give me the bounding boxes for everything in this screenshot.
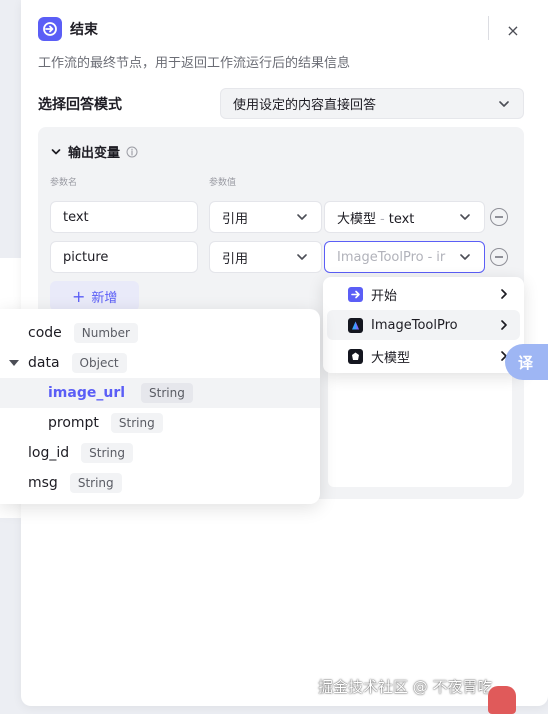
mascot-decoration [488, 686, 516, 714]
dropdown-item-start[interactable]: 开始 [327, 279, 520, 309]
ref-node-dropdown: 开始 ImageToolPro 大模型 [323, 277, 524, 373]
type-badge: String [110, 413, 163, 433]
dropdown-item-imagetoolpro[interactable]: ImageToolPro [327, 310, 520, 340]
translate-button[interactable]: 译 [505, 344, 548, 380]
column-header-value: 参数值 [209, 178, 237, 188]
type-badge: String [141, 383, 193, 403]
param-ref-select-text[interactable]: 大模型 - text [324, 201, 485, 233]
close-button[interactable]: × [501, 18, 525, 42]
param-ref-select-picture[interactable]: ImageToolPro - ir [324, 241, 485, 273]
close-icon: × [506, 20, 520, 40]
chevron-down-icon [51, 148, 61, 154]
type-badge: String [81, 443, 133, 463]
llm-node-icon [348, 348, 363, 364]
param-type-select-picture[interactable]: 引用 [209, 241, 322, 273]
node-title: 结束 [70, 22, 98, 38]
answer-mode-select[interactable]: 使用设定的内容直接回答 [220, 88, 524, 119]
answer-mode-label: 选择回答模式 [38, 97, 122, 113]
type-badge: Number [73, 323, 138, 343]
plus-icon: + [72, 286, 86, 306]
type-badge: Object [71, 353, 127, 373]
chevron-down-icon [297, 254, 307, 260]
chevron-right-icon [501, 289, 507, 299]
output-variables-header[interactable]: 输出变量 [50, 142, 138, 161]
column-header-name: 参数名 [50, 178, 78, 188]
header-divider [488, 16, 489, 40]
answer-mode-value: 使用设定的内容直接回答 [233, 98, 377, 113]
chevron-down-icon [460, 254, 470, 260]
add-variable-button[interactable]: + 新增 [50, 281, 140, 311]
tree-item-image-url[interactable]: image_url String [0, 378, 320, 408]
chevron-down-icon [460, 214, 470, 220]
output-variables-title: 输出变量 [68, 146, 121, 161]
tree-item-msg[interactable]: msg String [0, 468, 320, 498]
remove-row-icon[interactable] [490, 248, 508, 266]
tree-item-data[interactable]: data Object [0, 348, 320, 378]
chevron-right-icon [501, 320, 507, 330]
info-icon[interactable] [126, 146, 138, 158]
param-type-select-text[interactable]: 引用 [209, 201, 322, 233]
chevron-down-icon [499, 100, 509, 107]
end-node-icon [38, 17, 62, 41]
chevron-down-icon [297, 214, 307, 220]
node-description: 工作流的最终节点，用于返回工作流运行后的结果信息 [38, 56, 351, 71]
variable-tree-popup: code Number data Object image_url String… [0, 309, 320, 504]
remove-row-icon[interactable] [490, 208, 508, 226]
caret-down-icon[interactable] [9, 360, 19, 366]
tree-item-prompt[interactable]: prompt String [0, 408, 320, 438]
param-name-input-picture[interactable]: picture [50, 241, 198, 273]
tree-item-code[interactable]: code Number [0, 318, 320, 348]
watermark: 掘金技术社区 @ 不夜胃吃_ [318, 678, 501, 696]
imagetoolpro-icon [348, 317, 363, 333]
tree-item-log-id[interactable]: log_id String [0, 438, 320, 468]
type-badge: String [69, 473, 122, 493]
start-node-icon [348, 286, 363, 302]
param-name-input-text[interactable]: text [50, 201, 198, 233]
dropdown-item-llm[interactable]: 大模型 [327, 341, 520, 371]
